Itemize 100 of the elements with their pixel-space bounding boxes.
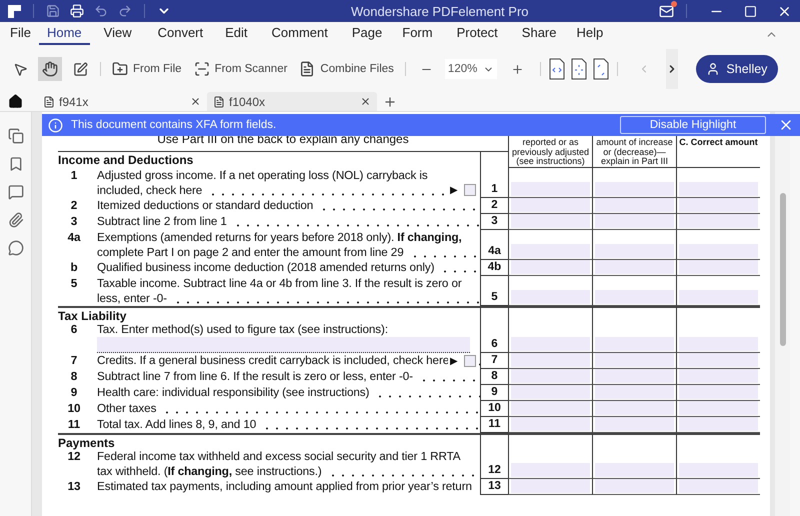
amount-field[interactable] [511, 353, 590, 367]
amount-field[interactable] [679, 401, 758, 415]
menu-item[interactable]: Page [344, 23, 390, 45]
menu-item[interactable]: Edit [217, 23, 256, 45]
menu-item[interactable]: View [96, 23, 140, 45]
home-icon[interactable] [8, 94, 23, 109]
amount-field[interactable] [679, 337, 758, 351]
pages-icon[interactable] [8, 128, 24, 144]
menu-item[interactable]: Help [568, 23, 612, 45]
section-heading: Income and Deductions [58, 152, 194, 168]
toolbar-button[interactable]: From Scanner [190, 61, 290, 77]
zoom-select[interactable]: 120% [444, 59, 497, 79]
line-label: Adjusted gross income. If a net operating loss (NOL) carryback is included, check here [97, 169, 428, 197]
amount-field[interactable] [679, 182, 758, 196]
undo-icon[interactable] [94, 4, 108, 18]
amount-field[interactable] [511, 479, 590, 493]
arrow-marker: ▶ [450, 354, 458, 368]
amount-field[interactable] [679, 417, 758, 431]
hand-icon[interactable] [38, 57, 62, 81]
amount-field[interactable] [595, 290, 674, 304]
checkbox[interactable] [464, 184, 476, 196]
user-button[interactable]: Shelley [696, 55, 778, 83]
amount-field[interactable] [679, 290, 758, 304]
toolbar-button[interactable]: From File [109, 61, 185, 77]
zoom-in-icon[interactable] [510, 62, 524, 76]
amount-field[interactable] [679, 369, 758, 383]
document-icon [43, 96, 55, 108]
redo-icon[interactable] [118, 4, 132, 18]
line-number: 7 [70, 353, 78, 368]
amount-field[interactable] [595, 182, 674, 196]
amount-field[interactable] [511, 369, 590, 383]
page-icon[interactable] [548, 58, 565, 80]
amount-field[interactable] [511, 260, 590, 274]
close-icon[interactable] [190, 96, 201, 107]
amount-field[interactable] [595, 214, 674, 228]
amount-field[interactable] [595, 417, 674, 431]
amount-field[interactable] [511, 290, 590, 304]
print-icon[interactable] [70, 4, 84, 18]
line-number: 3 [480, 214, 508, 230]
amount-field[interactable] [595, 198, 674, 212]
save-icon[interactable] [46, 4, 60, 18]
mail-icon[interactable] [659, 4, 674, 18]
toolbar-button[interactable]: Combine Files [296, 61, 397, 77]
speech-bubble-icon[interactable] [8, 240, 24, 256]
amount-field[interactable] [595, 260, 674, 274]
amount-field[interactable] [679, 463, 758, 477]
page-icon[interactable] [570, 58, 587, 80]
amount-field[interactable] [511, 463, 590, 477]
amount-field[interactable] [511, 198, 590, 212]
amount-field[interactable] [679, 479, 758, 493]
amount-field[interactable] [595, 244, 674, 258]
amount-field[interactable] [595, 479, 674, 493]
line-label: Other taxes [97, 402, 156, 415]
amount-field[interactable] [679, 198, 758, 212]
amount-field[interactable] [679, 214, 758, 228]
line-number: 6 [70, 322, 78, 337]
line-number: 11 [480, 417, 508, 433]
line-number: 4a [480, 230, 508, 260]
menu-item[interactable]: Form [394, 23, 441, 45]
amount-field[interactable] [679, 353, 758, 367]
amount-field[interactable] [511, 385, 590, 399]
amount-field[interactable] [595, 385, 674, 399]
amount-field[interactable] [511, 244, 590, 258]
amount-field[interactable] [511, 417, 590, 431]
menu-item[interactable]: Share [514, 23, 564, 45]
amount-field[interactable] [511, 182, 590, 196]
menu-item[interactable]: File [2, 23, 39, 45]
line-number: 4b [480, 260, 508, 276]
amount-field[interactable] [595, 401, 674, 415]
menu-item[interactable]: Protect [448, 23, 506, 45]
menu-item[interactable]: Convert [150, 23, 212, 45]
line-number: 12 [66, 450, 82, 464]
maximize-icon[interactable] [744, 4, 757, 18]
amount-field[interactable] [511, 401, 590, 415]
paperclip-icon[interactable] [8, 212, 24, 228]
checkbox[interactable] [464, 355, 476, 367]
amount-field[interactable] [595, 369, 674, 383]
disable-highlight-button[interactable]: Disable Highlight [620, 116, 766, 134]
amount-field[interactable] [595, 463, 674, 477]
page-icon[interactable] [592, 58, 609, 80]
amount-field[interactable] [595, 353, 674, 367]
amount-field[interactable] [679, 385, 758, 399]
line-number: 9 [70, 385, 78, 400]
amount-field[interactable] [679, 260, 758, 274]
document-tab[interactable]: f941x [37, 92, 207, 111]
menu-item[interactable]: Home [38, 23, 90, 45]
method-field[interactable] [97, 337, 470, 353]
scrollbar-thumb[interactable] [780, 193, 786, 346]
new-tab-icon[interactable] [383, 94, 397, 108]
comment-icon[interactable] [8, 184, 24, 200]
bookmark-icon[interactable] [8, 156, 24, 172]
folder-plus-icon [112, 61, 128, 77]
menu-item[interactable]: Comment [264, 23, 336, 45]
close-icon[interactable] [360, 96, 371, 107]
line-number: 11 [66, 417, 82, 432]
amount-field[interactable] [511, 337, 590, 351]
amount-field[interactable] [595, 337, 674, 351]
amount-field[interactable] [679, 244, 758, 258]
amount-field[interactable] [511, 214, 590, 228]
document-tab[interactable]: f1040x [207, 92, 377, 111]
